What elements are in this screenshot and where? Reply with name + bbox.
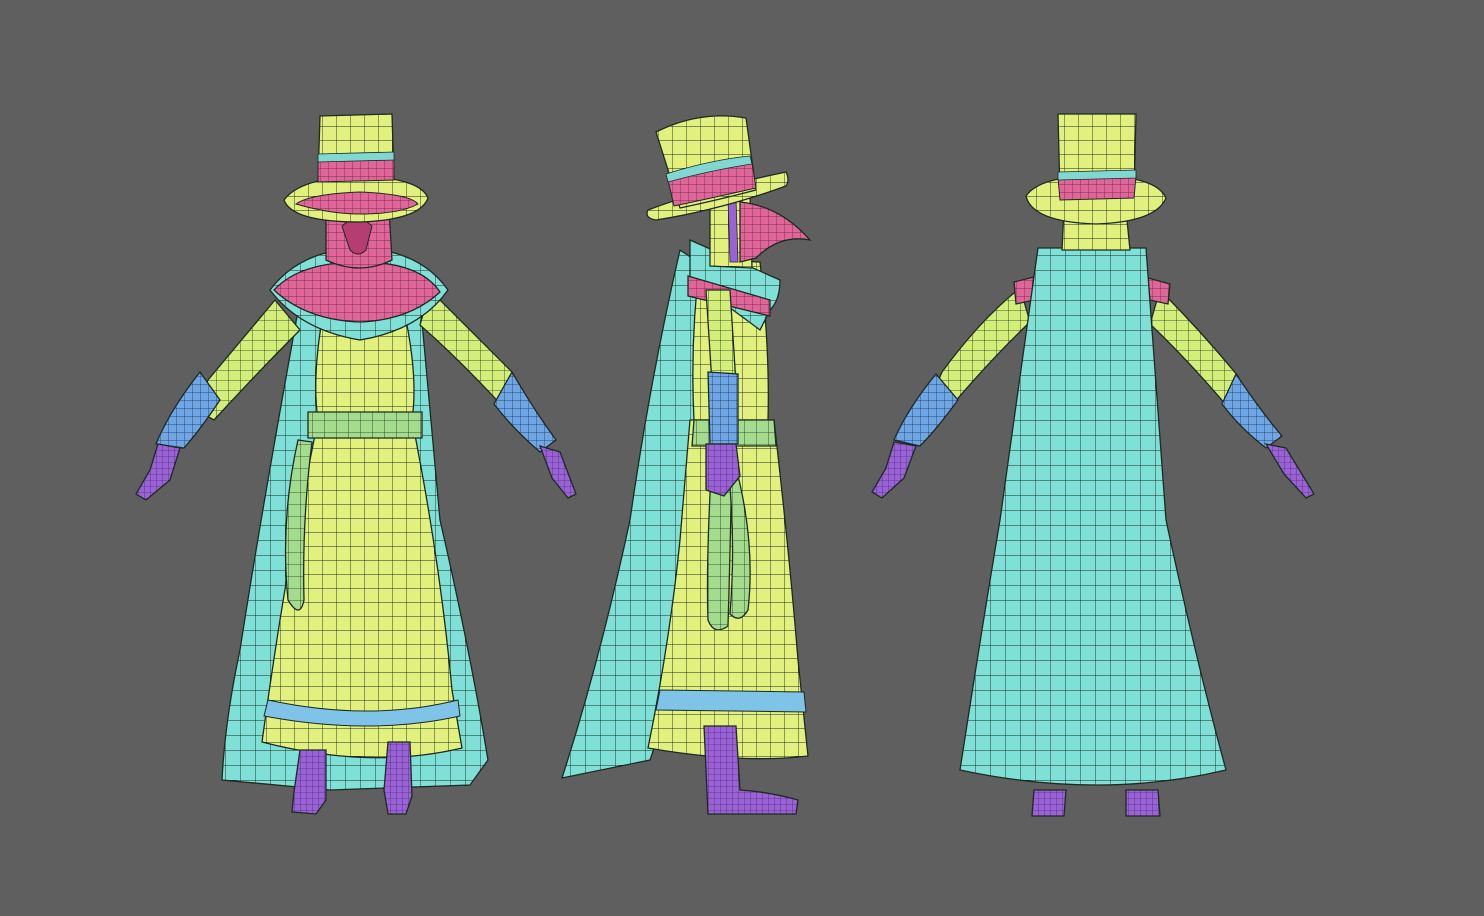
side-view-model[interactable] xyxy=(561,115,812,815)
front-sash xyxy=(307,411,423,439)
back-boot-left xyxy=(1031,789,1067,817)
back-glove-right xyxy=(1221,372,1283,449)
front-hat-band-stripe xyxy=(317,151,395,163)
side-robe-hem-band xyxy=(655,689,807,713)
side-mask-beak xyxy=(739,201,812,263)
back-hand-right xyxy=(1264,443,1315,499)
front-view-model[interactable] xyxy=(135,113,577,815)
3d-viewport[interactable] xyxy=(0,0,1484,916)
character-turnaround-canvas[interactable] xyxy=(0,0,1484,916)
side-mask-strap xyxy=(727,197,739,263)
back-hand-left xyxy=(871,441,917,499)
side-arm xyxy=(705,289,737,385)
front-hand-right xyxy=(538,445,577,499)
back-hat-band-stripe xyxy=(1057,169,1137,181)
back-shoulder-right xyxy=(1147,277,1171,305)
back-boot-right xyxy=(1125,789,1161,817)
back-view-model[interactable] xyxy=(871,113,1315,817)
side-glove xyxy=(707,371,739,445)
front-boot-right xyxy=(383,741,413,815)
front-hand-left xyxy=(135,443,181,501)
